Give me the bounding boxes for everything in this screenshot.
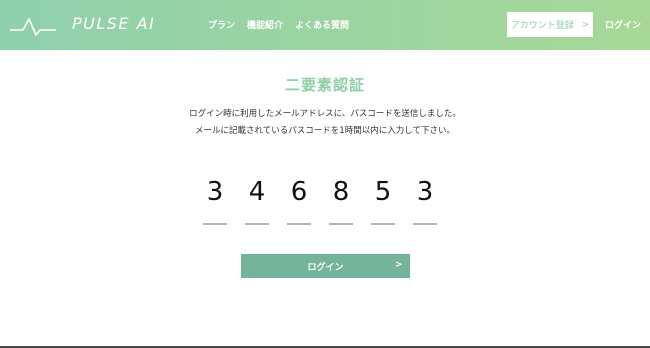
pulse-waveform-icon	[10, 18, 56, 36]
nav-item-faq[interactable]: よくある質問	[295, 18, 349, 31]
digit-underline	[413, 223, 437, 225]
passcode-digit-field[interactable]: 8	[327, 176, 355, 232]
main-nav: プラン 機能紹介 よくある質問	[208, 18, 349, 31]
passcode-digit: 5	[374, 177, 392, 207]
logo-text[interactable]: PULSE AI	[72, 14, 155, 33]
passcode-digit: 4	[248, 177, 266, 207]
description-line-1: ログイン時に利用したメールアドレスに、パスコードを送信しました。	[189, 109, 461, 119]
passcode-digit-field[interactable]: 3	[411, 176, 439, 232]
page-title: 二要素認証	[284, 76, 365, 94]
passcode-digit: 3	[206, 177, 224, 207]
two-factor-auth-page: PULSE AI プラン 機能紹介 よくある質問 アカウント登録 > ログイン …	[0, 0, 650, 348]
login-button-label: ログイン	[307, 263, 344, 273]
digit-underline	[371, 223, 395, 225]
signup-button[interactable]: アカウント登録 >	[507, 12, 593, 37]
passcode-digit-field[interactable]: 4	[243, 176, 271, 232]
passcode-digit-field[interactable]: 3	[201, 176, 229, 232]
passcode-digit-field[interactable]: 6	[285, 176, 313, 232]
passcode-digit: 6	[290, 177, 308, 207]
digit-underline	[329, 223, 353, 225]
nav-item-plans[interactable]: プラン	[208, 18, 235, 31]
passcode-digit-field[interactable]: 5	[369, 176, 397, 232]
header-login-link[interactable]: ログイン	[605, 18, 641, 31]
chevron-right-icon: >	[395, 260, 403, 270]
digit-underline	[203, 223, 227, 225]
signup-button-label: アカウント登録	[510, 21, 574, 31]
passcode-digit: 8	[332, 177, 350, 207]
chevron-right-icon: >	[581, 19, 590, 30]
digit-underline	[287, 223, 311, 225]
nav-item-features[interactable]: 機能紹介	[247, 18, 283, 31]
digit-underline	[245, 223, 269, 225]
description-line-2: メールに記載されているパスコードを1時間以内に入力して下さい。	[195, 126, 455, 136]
passcode-digit: 3	[416, 177, 434, 207]
login-button[interactable]: ログイン >	[241, 254, 410, 278]
passcode-input-group: 3 4 6 8 5 3	[193, 176, 445, 232]
site-header: PULSE AI プラン 機能紹介 よくある質問 アカウント登録 > ログイン	[0, 0, 650, 50]
